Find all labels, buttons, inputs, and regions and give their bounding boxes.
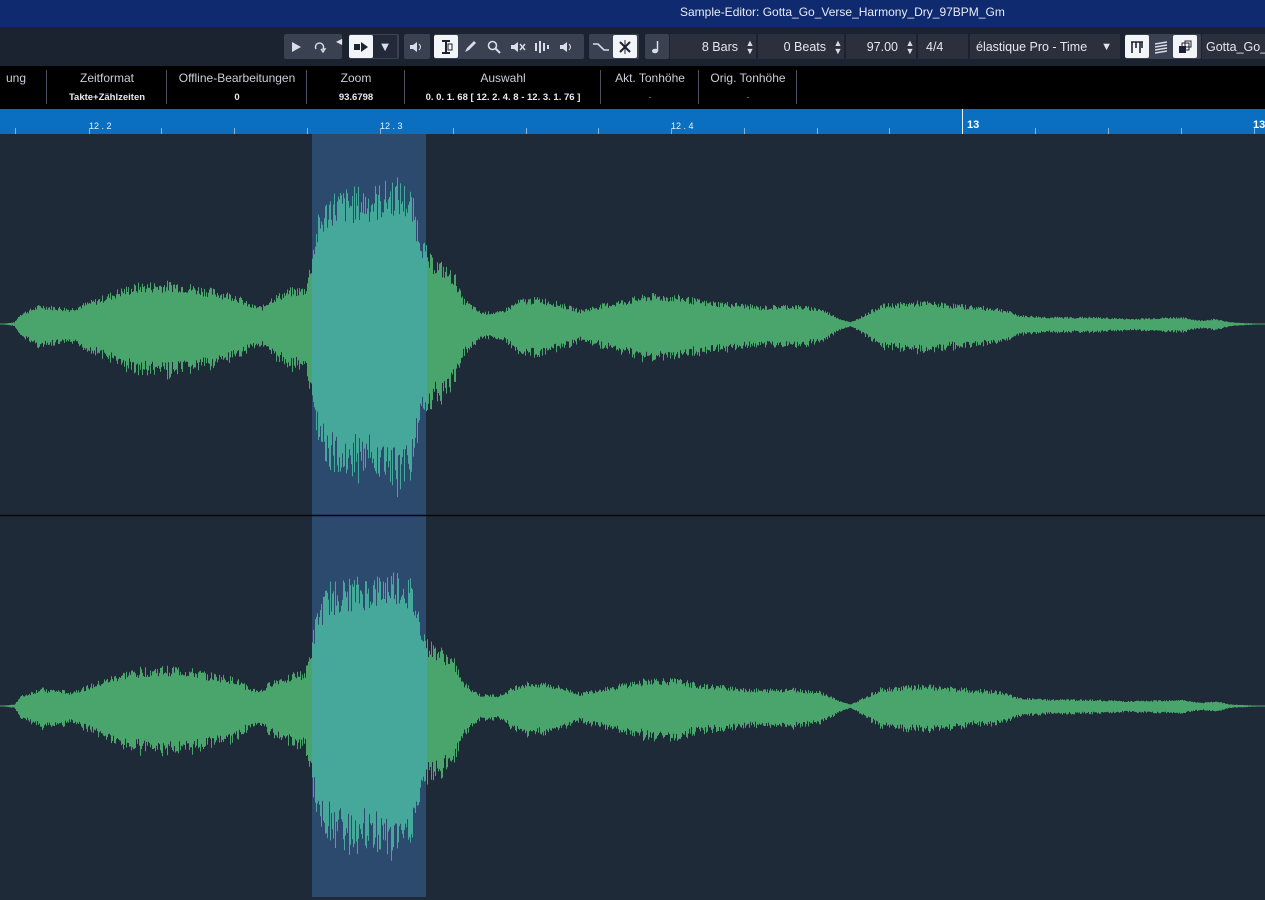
info-col-auswahl[interactable]: Auswahl 0. 0. 1. 68 [ 12. 2. 4. 8 - 12. … [405, 66, 601, 109]
info-col-offline[interactable]: Offline-Bearbeitungen 0 [167, 66, 307, 109]
right-channel-waveform[interactable] [0, 572, 1265, 861]
left-channel-waveform[interactable] [0, 177, 1265, 498]
clip-name-field[interactable]: Gotta_Go_ [1202, 34, 1265, 59]
title-bar: Sample-Editor: Gotta_Go_Verse_Harmony_Dr… [0, 0, 1265, 27]
info-label: ung [5, 71, 27, 85]
ruler-bar-label: 13 [967, 119, 980, 131]
ruler-tick [962, 109, 963, 134]
audition-group [404, 34, 430, 59]
note-icon[interactable] [645, 35, 669, 58]
pencil-icon[interactable] [458, 35, 482, 58]
info-col-partial[interactable]: ung [0, 66, 36, 109]
ruler-label: 12 . 4 [671, 121, 694, 131]
tools-group [434, 34, 584, 59]
info-col-zeitformat[interactable]: Zeitformat Takte+Zählzeiten [47, 66, 167, 109]
dropdown-icon[interactable]: ▼ [373, 35, 397, 58]
info-label: Orig. Tonhöhe [710, 71, 786, 85]
snap-group [589, 34, 639, 59]
zero-crossing-icon[interactable] [613, 35, 637, 58]
clip-name-value: Gotta_Go_ [1206, 39, 1265, 54]
tempo-spinner-icon[interactable]: ▲ ▼ [904, 38, 916, 55]
info-divider [796, 70, 797, 104]
beats-spinner-icon[interactable]: ▲ ▼ [832, 38, 844, 55]
triangle-left-icon[interactable]: ◀ [336, 37, 342, 46]
info-label: Zeitformat [79, 71, 134, 85]
info-value: Takte+Zählzeiten [68, 92, 146, 103]
ruler-label: 12 . 3 [380, 121, 403, 131]
toolbar: ◀ ▼ 8 Bars ▲ ▼ 0 Beats ▲ ▼ 97.00 ▲ ▼ 4/4… [0, 27, 1265, 66]
waveform-path [1, 639, 1264, 785]
musical-mode-group [645, 34, 669, 59]
range-select-icon[interactable] [434, 35, 458, 58]
info-col-akt-tonhoehe[interactable]: Akt. Tonhöhe - [601, 66, 699, 109]
info-col-orig-tonhoehe[interactable]: Orig. Tonhöhe - [699, 66, 797, 109]
loop-icon[interactable] [308, 35, 332, 58]
waveform-canvas[interactable] [0, 134, 1265, 900]
info-label: Auswahl [480, 71, 526, 85]
view-group [1125, 34, 1201, 59]
layers-icon[interactable] [1149, 35, 1173, 58]
ruler-label: 12 . 2 [89, 121, 112, 131]
tempo-value: 97.00 [866, 39, 898, 54]
info-value: - [648, 92, 652, 103]
window-title: Sample-Editor: Gotta_Go_Verse_Harmony_Dr… [680, 5, 1005, 19]
bars-spinner-icon[interactable]: ▲ ▼ [744, 38, 756, 55]
algorithm-value: élastique Pro - Time [976, 39, 1088, 54]
info-value: 0 [234, 92, 240, 103]
length-beats-field[interactable]: 0 Beats ▲ ▼ [758, 34, 844, 59]
info-value: 93.6798 [338, 92, 374, 103]
chevron-down-icon: ▼ [1101, 40, 1112, 53]
snap-icon[interactable] [589, 35, 613, 58]
info-value: - [746, 92, 750, 103]
windows-icon[interactable] [1173, 35, 1197, 58]
waveform-display[interactable] [0, 134, 1265, 900]
play-tool-icon[interactable] [554, 35, 578, 58]
length-bars-field[interactable]: 8 Bars ▲ ▼ [670, 34, 756, 59]
info-col-zoom[interactable]: Zoom 93.6798 [307, 66, 405, 109]
info-label: Akt. Tonhöhe [615, 71, 685, 85]
play-icon[interactable] [284, 35, 308, 58]
info-value: 0. 0. 1. 68 [ 12. 2. 4. 8 - 12. 3. 1. 76… [425, 92, 581, 103]
mute-icon[interactable] [506, 35, 530, 58]
overview-icon[interactable] [1125, 35, 1149, 58]
ruler[interactable]: 12 . 2 12 . 3 12 . 4 13 13 [0, 109, 1265, 134]
warp-icon[interactable] [530, 35, 554, 58]
autoscroll-group: ▼ [349, 34, 399, 59]
length-beats-value: 0 Beats [783, 39, 826, 54]
length-bars-value: 8 Bars [701, 39, 738, 54]
info-label: Offline-Bearbeitungen [178, 71, 296, 85]
algorithm-select[interactable]: élastique Pro - Time ▼ [970, 34, 1120, 59]
transport-group [284, 34, 342, 59]
autoscroll-icon[interactable] [349, 35, 373, 58]
signature-field[interactable]: 4/4 [918, 34, 968, 59]
info-label: Zoom [340, 71, 372, 85]
waveform-path [1, 253, 1264, 410]
signature-value: 4/4 [926, 39, 944, 54]
speaker-icon[interactable] [404, 35, 428, 58]
info-line: ung Zeitformat Takte+Zählzeiten Offline-… [0, 66, 1265, 109]
tempo-field[interactable]: 97.00 ▲ ▼ [846, 34, 916, 59]
zoom-icon[interactable] [482, 35, 506, 58]
